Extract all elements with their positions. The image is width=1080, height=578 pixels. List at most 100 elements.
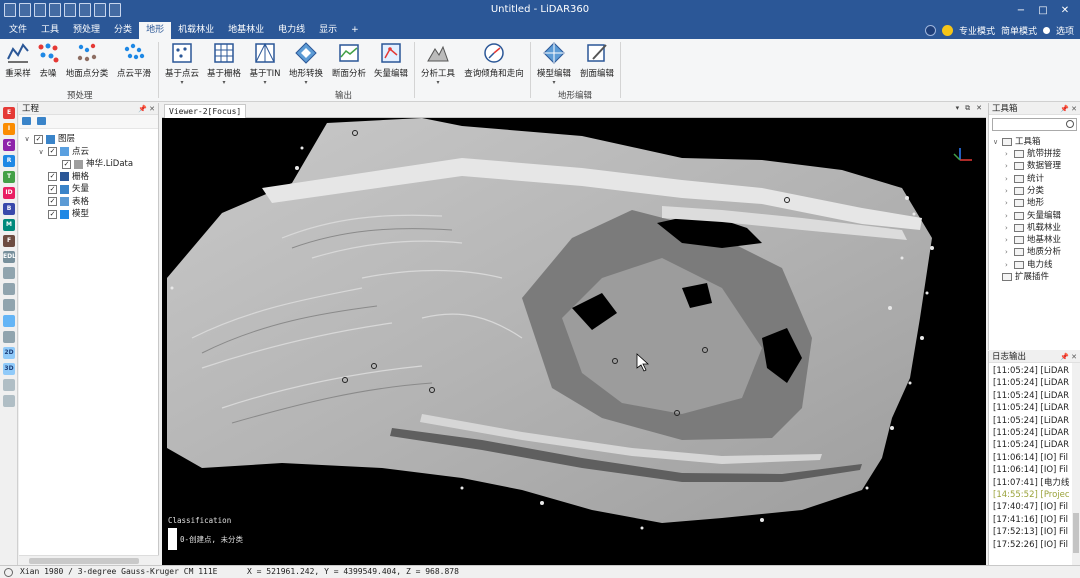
elevation-render-icon[interactable]: E (3, 107, 15, 119)
cube-view-icon[interactable] (3, 267, 15, 279)
toolbox-item[interactable]: › 地形 (1005, 197, 1044, 209)
pro-mode-button[interactable]: 专业模式 (959, 24, 995, 37)
menu-tab[interactable]: 显示 (312, 22, 344, 39)
3d-viewer-canvas[interactable]: Classification 0-创建点, 未分类 (162, 118, 986, 565)
toolbox-item[interactable]: › 航带拼接 (1005, 148, 1061, 160)
edl-render-icon[interactable]: EDL (3, 251, 16, 263)
ground-classify-button[interactable]: 地面点分类 (64, 41, 110, 79)
vector-edit-button[interactable]: 矢量编辑 (372, 41, 410, 79)
layer-tree-item[interactable]: ✓ 栅格 (37, 171, 89, 183)
add-project-icon[interactable] (36, 117, 46, 125)
layer-checkbox[interactable]: ✓ (48, 184, 57, 194)
toolbox-item[interactable]: › 统计 (1005, 173, 1044, 185)
from-raster-button[interactable]: 基于栅格 ▾ (205, 41, 243, 86)
panel-pin-close-icon[interactable]: 📌 ✕ (1060, 103, 1077, 115)
toolbox-search-input[interactable] (992, 118, 1077, 131)
help-icon[interactable] (941, 25, 953, 36)
from-tin-button[interactable]: 基于TIN ▾ (246, 41, 284, 86)
profile-edit-button[interactable]: 剖面编辑 (578, 41, 616, 79)
layer-tree-item[interactable]: ✓ 矢量 (37, 183, 89, 195)
menu-tab[interactable]: 文件 (2, 22, 34, 39)
vertical-scrollbar[interactable] (1072, 363, 1080, 565)
menu-tab[interactable]: 机载林业 (171, 22, 221, 39)
3d-view-icon[interactable]: 3D (3, 363, 15, 375)
2d-view-icon[interactable]: 2D (3, 347, 15, 359)
expand-chevron-icon[interactable]: › (1005, 197, 1014, 209)
expand-chevron-icon[interactable]: › (1005, 160, 1014, 172)
expand-chevron-icon[interactable]: › (1005, 259, 1014, 271)
layer-checkbox[interactable]: ✓ (62, 159, 71, 169)
theme-dot-icon[interactable] (1042, 27, 1050, 34)
menu-tab[interactable]: 工具 (34, 22, 66, 39)
menu-tab[interactable]: 预处理 (66, 22, 107, 39)
fast-render-icon[interactable]: F (3, 235, 15, 247)
layer-tree-item[interactable]: ✓ 表格 (37, 196, 89, 208)
gps-time-render-icon[interactable]: T (3, 171, 15, 183)
toolbox-root[interactable]: 扩展插件 (993, 271, 1049, 283)
expand-chevron-icon[interactable]: › (1005, 185, 1014, 197)
layer-tree-item[interactable]: ∨ ✓ 点云 (37, 146, 89, 158)
front-view-icon[interactable] (3, 283, 15, 295)
query-dip-strike-button[interactable]: 查询倾角和走向 (462, 41, 526, 79)
close-icon[interactable]: ✕ (976, 104, 982, 113)
layer-tree-item[interactable]: ✓ 模型 (37, 208, 89, 220)
expand-chevron-icon[interactable]: › (1005, 222, 1014, 234)
denoise-button[interactable]: 去噪 (36, 41, 60, 79)
horizontal-scrollbar[interactable] (19, 555, 159, 565)
side-view-icon[interactable] (3, 299, 15, 311)
layer-checkbox[interactable]: ✓ (48, 209, 57, 219)
toolbox-item[interactable]: › 机载林业 (1005, 222, 1061, 234)
panel-pin-close-icon[interactable]: 📌 ✕ (1060, 351, 1077, 363)
smooth-point-cloud-button[interactable]: 点云平滑 (114, 41, 154, 79)
add-data-icon[interactable] (22, 117, 31, 125)
toolbox-item[interactable]: › 电力线 (1005, 259, 1053, 271)
layer-checkbox[interactable]: ✓ (48, 147, 57, 156)
classification-render-icon[interactable]: C (3, 139, 15, 151)
maximize-icon[interactable]: □ (1032, 2, 1054, 19)
toolbox-item[interactable]: › 地基林业 (1005, 234, 1061, 246)
toolbox-root[interactable]: ∨ 工具箱 (993, 136, 1041, 148)
toolbox-item[interactable]: › 数据管理 (1005, 160, 1061, 172)
toolbox-item[interactable]: › 矢量编辑 (1005, 210, 1061, 222)
toolbox-item[interactable]: › 分类 (1005, 185, 1044, 197)
expand-chevron-icon[interactable]: › (1005, 234, 1014, 246)
menu-tab[interactable]: 地形 (139, 22, 172, 39)
section-analysis-button[interactable]: 断面分析 (330, 41, 368, 79)
resample-button[interactable]: 重采样 (4, 41, 32, 79)
model-edit-button[interactable]: 模型编辑 ▾ (534, 41, 574, 86)
expand-chevron-icon[interactable]: ∨ (23, 133, 31, 145)
return-render-icon[interactable]: R (3, 155, 15, 167)
expand-chevron-icon[interactable]: ∨ (37, 146, 45, 158)
panel-pin-close-icon[interactable]: 📌 ✕ (138, 103, 155, 115)
analysis-tools-button[interactable]: 分析工具 ▾ (418, 41, 458, 86)
close-icon[interactable]: ✕ (1054, 2, 1076, 19)
expand-chevron-icon[interactable]: › (1005, 210, 1014, 222)
toolbox-item[interactable]: › 地质分析 (1005, 246, 1061, 258)
measure-icon[interactable] (3, 331, 15, 343)
settings-view-icon[interactable] (3, 395, 15, 407)
from-point-cloud-button[interactable]: 基于点云 ▾ (162, 41, 202, 86)
rotate-view-icon[interactable] (3, 315, 15, 327)
layer-checkbox[interactable]: ✓ (48, 197, 57, 206)
layer-checkbox[interactable]: ✓ (34, 134, 43, 144)
layer-checkbox[interactable]: ✓ (48, 172, 57, 181)
viewer-tab[interactable]: Viewer-2[Focus] (164, 104, 247, 118)
intensity-render-icon[interactable]: I (3, 123, 15, 135)
cube-icon[interactable] (924, 25, 936, 36)
terrain-convert-button[interactable]: 地形转换 ▾ (287, 41, 325, 86)
expand-chevron-icon[interactable]: › (1005, 246, 1014, 258)
simple-mode-button[interactable]: 简单模式 (1001, 24, 1037, 37)
float-icon[interactable]: ⧉ (965, 104, 970, 113)
options-button[interactable]: 选项 (1056, 24, 1074, 37)
blend-render-icon[interactable]: B (3, 203, 15, 215)
mixed-render-icon[interactable]: M (3, 219, 15, 231)
menu-tab[interactable]: 地基林业 (221, 22, 271, 39)
screenshot-icon[interactable] (3, 379, 15, 391)
layer-tree-item[interactable]: ∨ ✓ 图层 (23, 133, 75, 145)
dropdown-icon[interactable]: ▾ (956, 104, 960, 113)
expand-chevron-icon[interactable]: › (1005, 148, 1014, 160)
id-render-icon[interactable]: ID (3, 187, 15, 199)
expand-chevron-icon[interactable]: › (1005, 173, 1014, 185)
expand-chevron-icon[interactable]: ∨ (993, 136, 1002, 148)
menu-tab[interactable]: 分类 (107, 22, 139, 39)
